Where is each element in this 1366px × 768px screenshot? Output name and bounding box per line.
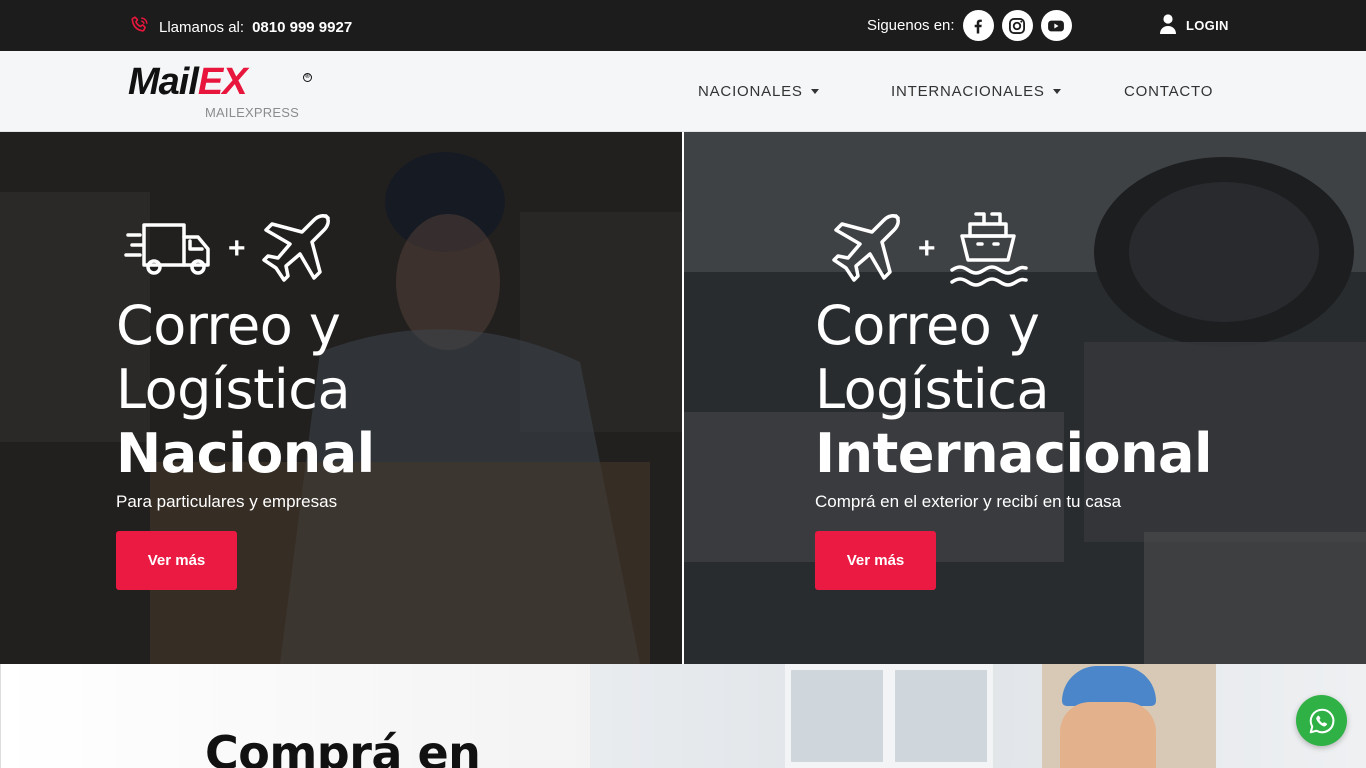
hero-nacional: + Correo y Logística Nacional Para parti…	[0, 132, 682, 664]
main-nav: MailEX ® MAILEXPRESS NACIONALES INTERNAC…	[0, 51, 1366, 132]
title-bold: Nacional	[116, 422, 375, 485]
window-frame	[889, 664, 993, 768]
whatsapp-button[interactable]	[1296, 695, 1347, 746]
facebook-icon[interactable]	[962, 10, 994, 41]
plus-sign: +	[918, 232, 936, 265]
phone-number[interactable]: 0810 999 9927	[252, 19, 352, 36]
nav-item-internacionales[interactable]: INTERNACIONALES	[891, 83, 1061, 100]
truck-icon	[124, 223, 210, 275]
hero-nacional-title: Correo y Logística Nacional	[116, 294, 375, 486]
nav-item-contacto[interactable]: CONTACTO	[1124, 83, 1213, 100]
hero-nacional-tagline: Para particulares y empresas	[116, 492, 338, 511]
phone-icon	[129, 14, 151, 40]
login-link[interactable]: LOGIN	[1159, 13, 1229, 38]
whatsapp-icon	[1309, 708, 1334, 733]
logo-part1: Mail	[128, 61, 199, 103]
social-label: Siguenos en:	[867, 17, 955, 34]
compra-headline: Comprá en	[205, 726, 481, 768]
phone-contact[interactable]: Llamanos al: 0810 999 9927	[129, 14, 352, 40]
ver-mas-internacional-button[interactable]: Ver más	[815, 531, 936, 590]
nav-item-label: CONTACTO	[1124, 83, 1214, 100]
user-icon	[1159, 13, 1177, 38]
title-line2: Logística	[116, 358, 351, 421]
title-line1: Correo y	[815, 294, 1040, 357]
service-icons: +	[124, 210, 336, 288]
airplane-icon	[832, 214, 900, 282]
hero-internacional-title: Correo y Logística Internacional	[815, 294, 1213, 486]
airplane-icon	[261, 214, 330, 282]
nav-item-label: NACIONALES	[698, 83, 803, 100]
nav-item-label: INTERNACIONALES	[891, 83, 1045, 100]
title-bold: Internacional	[815, 422, 1213, 485]
nav-item-nacionales[interactable]: NACIONALES	[698, 83, 819, 100]
youtube-icon[interactable]	[1040, 10, 1072, 41]
plus-sign: +	[228, 232, 246, 265]
caret-down-icon	[810, 89, 819, 94]
ship-icon	[949, 212, 1028, 287]
window-frame	[785, 664, 889, 768]
logo-part2: EX	[197, 61, 248, 103]
caret-down-icon	[1052, 89, 1061, 94]
instagram-icon[interactable]	[1001, 10, 1033, 41]
logo-wordmark: MailEX	[128, 63, 318, 101]
brand-logo[interactable]: MailEX ® MAILEXPRESS	[128, 63, 318, 125]
service-icons: +	[828, 210, 1028, 288]
hero-internacional: + Correo y Logística Internacional Compr…	[684, 132, 1366, 664]
compra-section: Comprá en	[0, 664, 1366, 768]
registered-mark: ®	[303, 73, 312, 82]
logo-subtitle: MAILEXPRESS	[205, 105, 299, 120]
person-face	[1060, 702, 1156, 768]
title-line1: Correo y	[116, 294, 341, 357]
hero-internacional-tagline: Comprá en el exterior y recibí en tu cas…	[815, 492, 1122, 511]
title-line2: Logística	[815, 358, 1050, 421]
ver-mas-nacional-button[interactable]: Ver más	[116, 531, 237, 590]
login-label: LOGIN	[1186, 18, 1229, 33]
social-links: Siguenos en:	[867, 10, 1072, 41]
phone-label: Llamanos al:	[159, 18, 245, 36]
top-bar: Llamanos al: 0810 999 9927 Siguenos en: …	[0, 0, 1366, 51]
